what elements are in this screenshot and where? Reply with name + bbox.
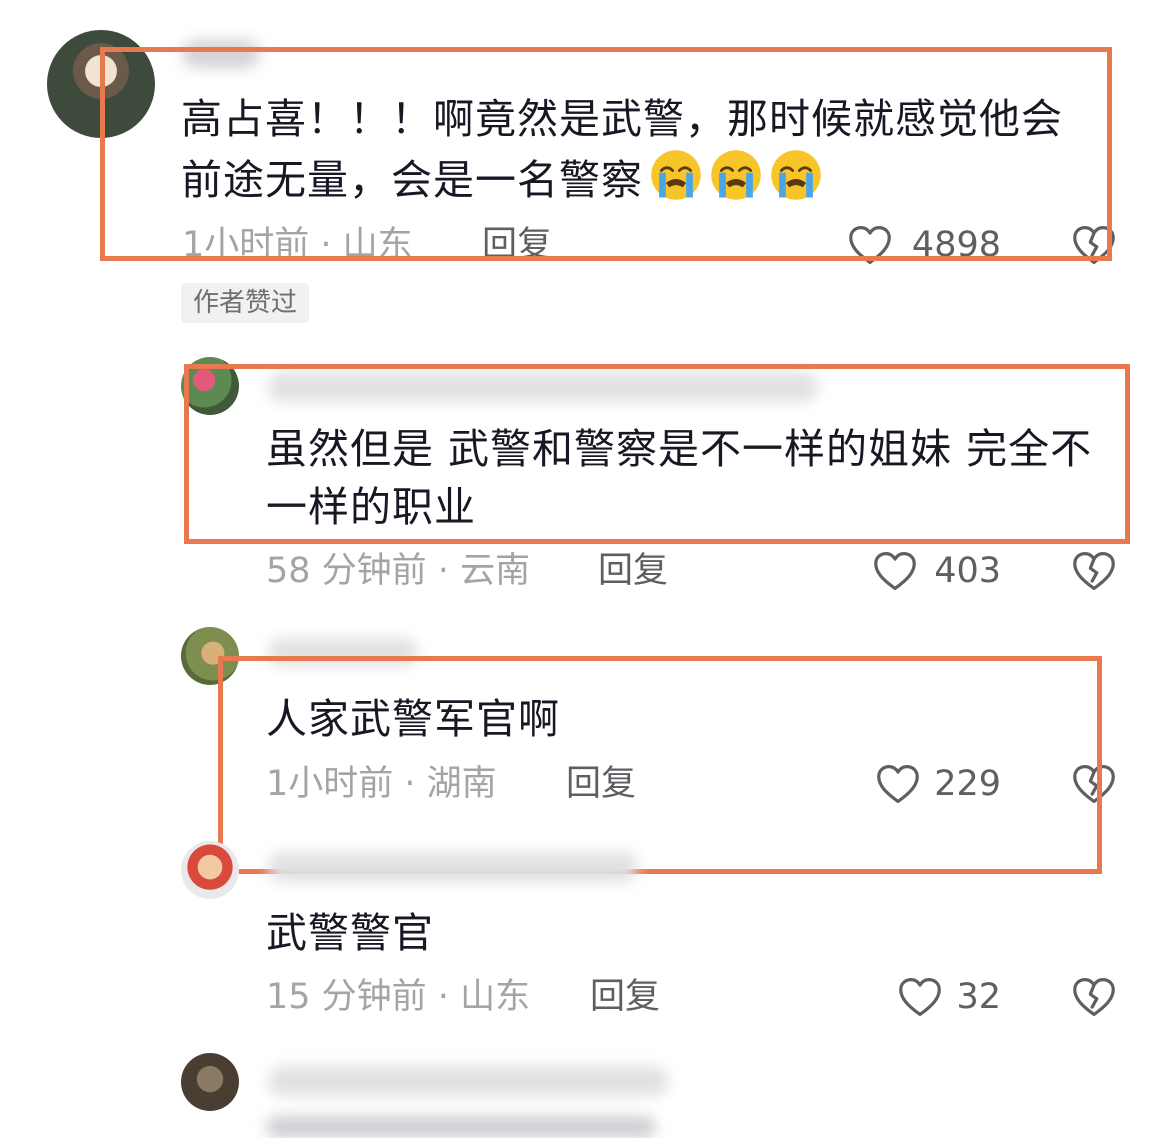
like-count: 32 <box>956 977 1001 1017</box>
author-liked-badge: 作者赞过 <box>181 283 310 323</box>
highlight-frame <box>184 364 1130 544</box>
like-count: 403 <box>934 551 1001 591</box>
broken-heart-icon[interactable] <box>1072 976 1116 1018</box>
avatar[interactable] <box>181 1053 239 1111</box>
comment-location: 山东 <box>460 977 531 1017</box>
highlight-frame <box>218 656 1102 874</box>
comment-meta: 15 分钟前 · 山东 <box>266 977 531 1017</box>
highlight-frame <box>100 47 1112 261</box>
heart-outline-icon[interactable] <box>898 976 942 1018</box>
comment-time: 15 分钟前 <box>266 977 427 1017</box>
username-blurred[interactable] <box>268 1066 668 1096</box>
heart-outline-icon[interactable] <box>873 550 917 592</box>
comment-text: 武警警官 <box>266 909 434 957</box>
comment-time: 58 分钟前 <box>266 551 427 591</box>
reply-button[interactable]: 回复 <box>598 551 668 591</box>
comment-location: 云南 <box>460 551 531 591</box>
broken-heart-icon[interactable] <box>1072 550 1116 592</box>
reply-button[interactable]: 回复 <box>590 977 660 1017</box>
username-blurred[interactable] <box>268 852 638 882</box>
comment-meta: 58 分钟前 · 云南 <box>266 551 531 591</box>
avatar[interactable] <box>181 841 239 899</box>
comment-text-blurred <box>266 1116 656 1138</box>
